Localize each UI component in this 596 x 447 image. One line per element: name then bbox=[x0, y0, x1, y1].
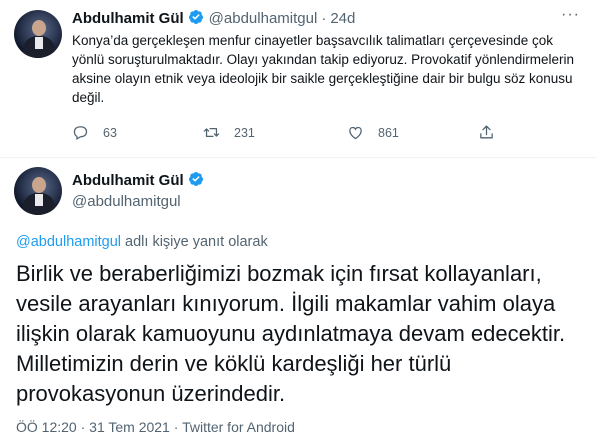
verified-badge-icon bbox=[188, 172, 203, 186]
tweet-2-author[interactable]: Abdulhamit Gül bbox=[72, 171, 204, 190]
heart-icon bbox=[349, 126, 362, 140]
share-button[interactable] bbox=[478, 124, 509, 141]
more-options-icon[interactable]: ··· bbox=[561, 6, 580, 24]
retweet-button[interactable]: 231 bbox=[203, 124, 255, 141]
author-handle[interactable]: @abdulhamitgul bbox=[72, 193, 181, 210]
tweet-1-text: Konya’da gerçekleşen menfur cinayetler b… bbox=[72, 33, 574, 105]
replying-to: @abdulhamitgul adlı kişiye yanıt olarak bbox=[16, 234, 268, 250]
meta-dot: · bbox=[80, 419, 86, 435]
retweet-icon bbox=[203, 127, 220, 138]
like-button[interactable]: 861 bbox=[347, 124, 399, 141]
meta-dot: · bbox=[173, 419, 179, 435]
tweet-time[interactable]: 24d bbox=[330, 10, 355, 27]
author-name[interactable]: Abdulhamit Gül bbox=[72, 172, 184, 189]
reply-suffix: adlı kişiye yanıt olarak bbox=[121, 234, 268, 250]
share-icon bbox=[480, 125, 493, 139]
avatar[interactable] bbox=[14, 167, 62, 215]
avatar[interactable] bbox=[14, 10, 62, 58]
reply-mention-link[interactable]: @abdulhamitgul bbox=[16, 234, 121, 250]
like-count: 861 bbox=[378, 125, 399, 140]
tweet-meta: ÖÖ 12:20 · 31 Tem 2021 · Twitter for And… bbox=[16, 419, 295, 435]
separator-dot: · bbox=[321, 10, 327, 27]
tweet-source[interactable]: Twitter for Android bbox=[182, 419, 295, 435]
reply-icon bbox=[73, 126, 88, 141]
tweet-1-actions: 63 231 861 bbox=[72, 124, 512, 144]
reply-button[interactable]: 63 bbox=[72, 124, 117, 141]
tweet-1[interactable]: Abdulhamit Gül @abdulhamitgul · 24d ··· Kon… bbox=[0, 0, 596, 155]
retweet-count: 231 bbox=[234, 125, 255, 140]
author-name[interactable]: Abdulhamit Gül bbox=[72, 10, 184, 27]
divider bbox=[0, 157, 596, 158]
author-handle[interactable]: @abdulhamitgul bbox=[209, 10, 318, 27]
tweet-date[interactable]: 31 Tem 2021 bbox=[89, 419, 170, 435]
tweet-2-text: Birlik ve beraberliğimizi bozmak için fı… bbox=[16, 261, 566, 406]
tweet-1-header: Abdulhamit Gül @abdulhamitgul · 24d bbox=[72, 9, 359, 28]
reply-count: 63 bbox=[103, 125, 117, 140]
tweet-time[interactable]: ÖÖ 12:20 bbox=[16, 419, 77, 435]
verified-badge-icon bbox=[188, 10, 203, 24]
